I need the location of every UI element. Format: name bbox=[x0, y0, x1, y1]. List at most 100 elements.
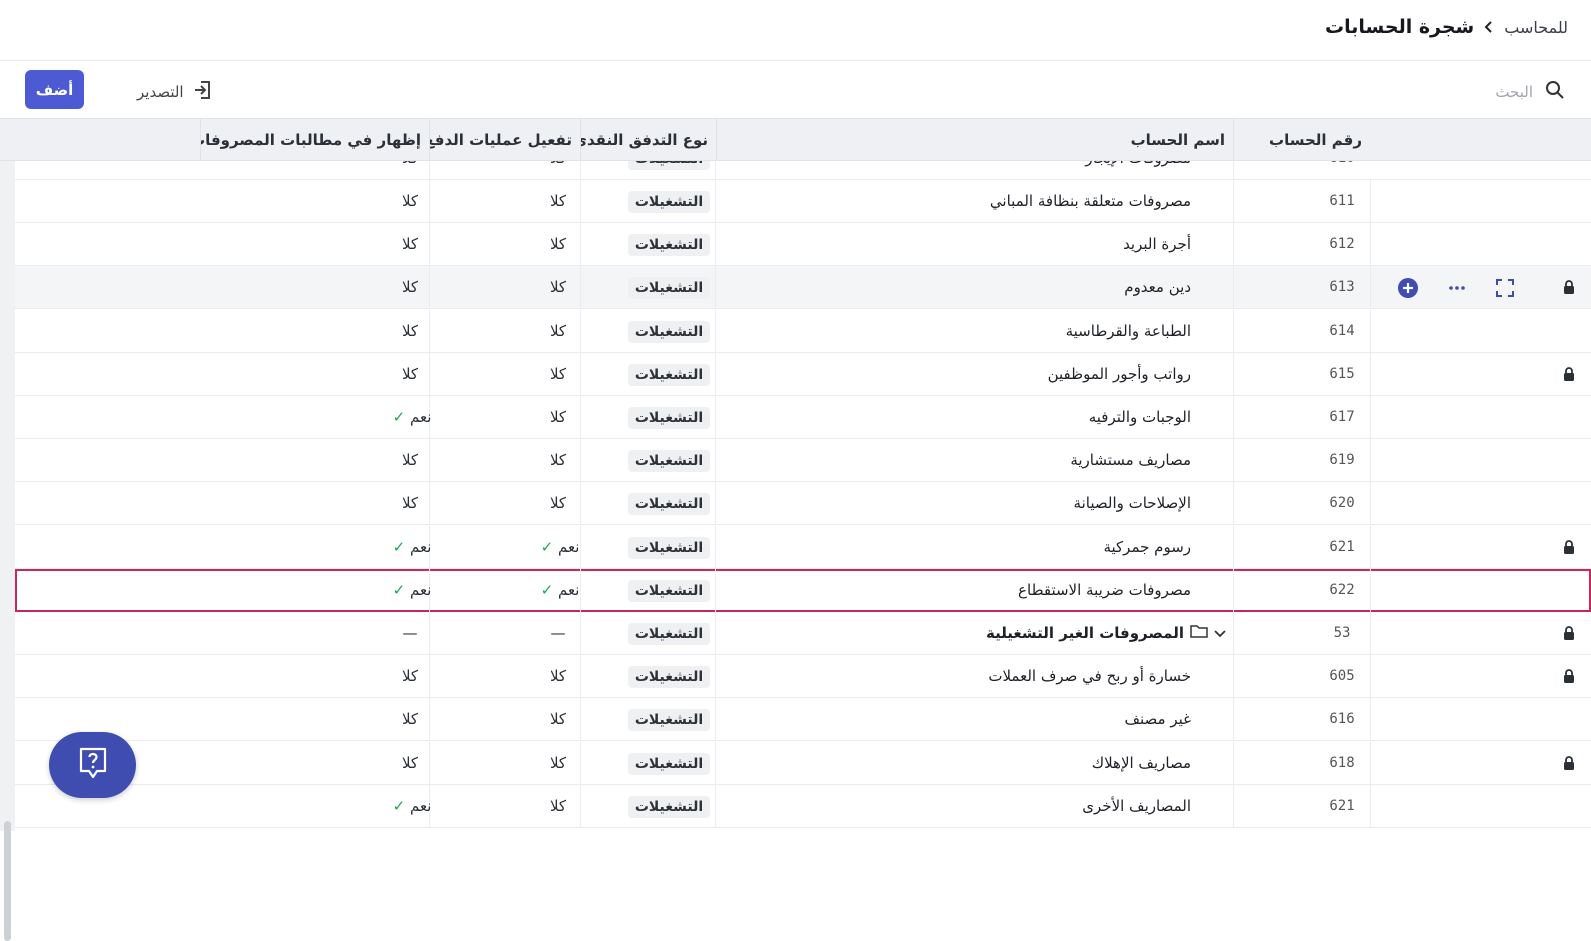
account-number: 620 bbox=[1329, 495, 1355, 512]
search-input[interactable] bbox=[1333, 83, 1533, 101]
check-icon: ✓ bbox=[392, 580, 406, 599]
expand-icon[interactable] bbox=[1495, 278, 1515, 302]
table-row[interactable]: 619 مصاريف مستشارية التشغيلات كلا كلا bbox=[15, 439, 1591, 483]
toolbar: التصدير أضف bbox=[0, 61, 1591, 118]
export-button[interactable]: التصدير bbox=[137, 79, 214, 105]
check-icon: ✓ bbox=[392, 408, 406, 426]
table-row[interactable]: 610 مصروفات الإيجار التشغيلات كلا كلا bbox=[15, 161, 1591, 180]
account-name[interactable]: مصروفات متعلقة بنظافة المباني bbox=[990, 180, 1191, 223]
account-name[interactable]: مصاريف مستشارية bbox=[1070, 439, 1191, 482]
table-row[interactable]: 612 أجرة البريد التشغيلات كلا كلا bbox=[15, 223, 1591, 267]
breadcrumb: للمحاسب شجرة الحسابات bbox=[1325, 16, 1568, 38]
payment-enabled-value: كلا bbox=[549, 408, 567, 426]
cash-flow-badge: التشغيلات bbox=[627, 579, 711, 602]
cash-flow-badge: التشغيلات bbox=[627, 161, 711, 170]
page-title: شجرة الحسابات bbox=[1325, 16, 1475, 38]
cash-flow-badge: التشغيلات bbox=[627, 795, 711, 818]
show-in-claims-value: نعم ✓ bbox=[392, 537, 432, 556]
show-in-claims-value: كلا bbox=[360, 161, 460, 180]
account-name[interactable]: الطباعة والقرطاسية bbox=[1066, 310, 1191, 353]
table-row[interactable]: 616 غير مصنف التشغيلات كلا كلا bbox=[15, 698, 1591, 742]
account-number: 615 bbox=[1329, 365, 1355, 382]
lock-icon bbox=[1561, 755, 1577, 771]
account-number: 619 bbox=[1329, 452, 1355, 469]
payment-enabled-value: نعم ✓ bbox=[540, 580, 580, 599]
lock-icon bbox=[1561, 625, 1577, 641]
check-icon: ✓ bbox=[540, 537, 554, 556]
cash-flow-badge: التشغيلات bbox=[627, 666, 711, 689]
cash-flow-badge: التشغيلات bbox=[627, 234, 711, 257]
header-account-name[interactable]: اسم الحساب bbox=[716, 119, 1233, 161]
account-name[interactable]: مصروفات ضريبة الاستقطاع bbox=[1018, 569, 1191, 612]
payment-enabled-value: كلا bbox=[549, 235, 567, 254]
cash-flow-badge: التشغيلات bbox=[627, 363, 711, 386]
account-name[interactable]: رواتب وأجور الموظفين bbox=[1048, 353, 1191, 396]
cash-flow-badge: التشغيلات bbox=[627, 752, 711, 775]
add-circle-icon[interactable] bbox=[1397, 277, 1419, 303]
check-icon: ✓ bbox=[540, 580, 554, 599]
table-row[interactable]: 611 مصروفات متعلقة بنظافة المباني التشغيلا… bbox=[15, 180, 1591, 223]
account-number: 622 bbox=[1329, 581, 1355, 598]
table-row[interactable]: 605 خسارة أو ربح في صرف العملات التشغيلات ك… bbox=[15, 655, 1591, 699]
payment-enabled-value: كلا bbox=[549, 710, 567, 729]
account-name[interactable]: الوجبات والترفيه bbox=[1089, 396, 1191, 439]
help-button[interactable] bbox=[49, 732, 136, 798]
table-row[interactable]: 618 مصاريف الإهلاك التشغيلات كلا كلا bbox=[15, 741, 1591, 785]
account-name[interactable]: أجرة البريد bbox=[1123, 223, 1191, 266]
cash-flow-badge: التشغيلات bbox=[627, 320, 711, 343]
search-box[interactable] bbox=[1333, 80, 1565, 104]
table-row[interactable]: 613 دين معدوم التشغيلات كلا كلا bbox=[15, 266, 1591, 310]
table-header: رقم الحساب اسم الحساب نوع التدفق النقدي … bbox=[0, 118, 1591, 161]
account-name[interactable]: المصاريف الأخرى bbox=[1082, 785, 1191, 828]
export-icon bbox=[192, 79, 214, 105]
payment-enabled-value: كلا bbox=[549, 364, 567, 383]
more-icon[interactable] bbox=[1447, 280, 1467, 300]
payment-enabled-value: كلا bbox=[549, 753, 567, 772]
table-row[interactable]: 621 المصاريف الأخرى التشغيلات كلا نعم ✓ bbox=[15, 784, 1591, 828]
show-in-claims-value: كلا bbox=[401, 753, 419, 772]
payment-enabled-value: كلا bbox=[549, 278, 567, 297]
cash-flow-badge: التشغيلات bbox=[627, 191, 711, 213]
check-icon: ✓ bbox=[392, 537, 406, 556]
account-name[interactable]: رسوم جمركية bbox=[1103, 526, 1191, 569]
account-name-group[interactable]: المصروفات الغير التشغيلية bbox=[986, 612, 1226, 655]
show-in-claims-value: كلا bbox=[401, 235, 419, 254]
account-name[interactable]: غير مصنف bbox=[1124, 698, 1191, 741]
header-show-in-expense-claims[interactable]: إظهار في مطالبات المصروفات bbox=[200, 119, 429, 161]
account-name[interactable]: الإصلاحات والصيانة bbox=[1074, 482, 1191, 525]
cash-flow-badge: التشغيلات bbox=[627, 407, 711, 429]
account-number: 618 bbox=[1329, 754, 1355, 771]
table-row[interactable]: 622 مصروفات ضريبة الاستقطاع التشغيلات نعم ✓… bbox=[15, 568, 1591, 612]
breadcrumb-parent[interactable]: للمحاسب bbox=[1504, 18, 1568, 37]
header-cash-flow-type[interactable]: نوع التدفق النقدي bbox=[580, 119, 716, 161]
account-name: المصروفات الغير التشغيلية bbox=[985, 624, 1184, 642]
table-row[interactable]: 617 الوجبات والترفيه التشغيلات كلا نعم ✓ bbox=[15, 396, 1591, 439]
payment-enabled-value: كلا bbox=[549, 321, 567, 340]
scrollbar-thumb[interactable] bbox=[4, 821, 11, 941]
chevron-left-icon bbox=[1484, 18, 1494, 37]
folder-icon bbox=[1190, 612, 1208, 655]
account-number: 605 bbox=[1329, 668, 1355, 685]
table-row[interactable]: 620 الإصلاحات والصيانة التشغيلات كلا كلا bbox=[15, 482, 1591, 526]
header-payment-enabled[interactable]: تفعيل عمليات الدفع bbox=[429, 119, 580, 161]
table-row[interactable]: 614 الطباعة والقرطاسية التشغيلات كلا كلا bbox=[15, 309, 1591, 353]
account-name[interactable]: مصاريف الإهلاك bbox=[1092, 742, 1191, 785]
add-button[interactable]: أضف bbox=[25, 70, 84, 109]
cash-flow-badge: التشغيلات bbox=[627, 277, 711, 300]
account-name[interactable]: دين معدوم bbox=[1124, 266, 1191, 309]
cash-flow-badge: التشغيلات bbox=[627, 709, 711, 732]
lock-icon bbox=[1561, 279, 1577, 295]
table-row[interactable]: 615 رواتب وأجور الموظفين التشغيلات كلا كلا bbox=[15, 352, 1591, 396]
lock-icon bbox=[1561, 366, 1577, 382]
payment-enabled-value: كلا bbox=[549, 667, 567, 686]
page-header: للمحاسب شجرة الحسابات bbox=[0, 0, 1591, 61]
account-name[interactable]: خسارة أو ربح في صرف العملات bbox=[988, 655, 1191, 698]
lock-icon bbox=[1561, 668, 1577, 684]
table-row[interactable]: 621 رسوم جمركية التشغيلات نعم ✓ نعم ✓ bbox=[15, 525, 1591, 569]
header-account-number[interactable]: رقم الحساب bbox=[1233, 119, 1370, 161]
payment-enabled-value: كلا bbox=[549, 192, 567, 210]
account-number: 614 bbox=[1329, 322, 1355, 339]
chevron-down-icon[interactable] bbox=[1214, 612, 1226, 655]
payment-enabled-value: — bbox=[550, 624, 566, 642]
table-row[interactable]: 53 المصروفات الغير التشغيلية التشغيلات — — bbox=[15, 612, 1591, 655]
